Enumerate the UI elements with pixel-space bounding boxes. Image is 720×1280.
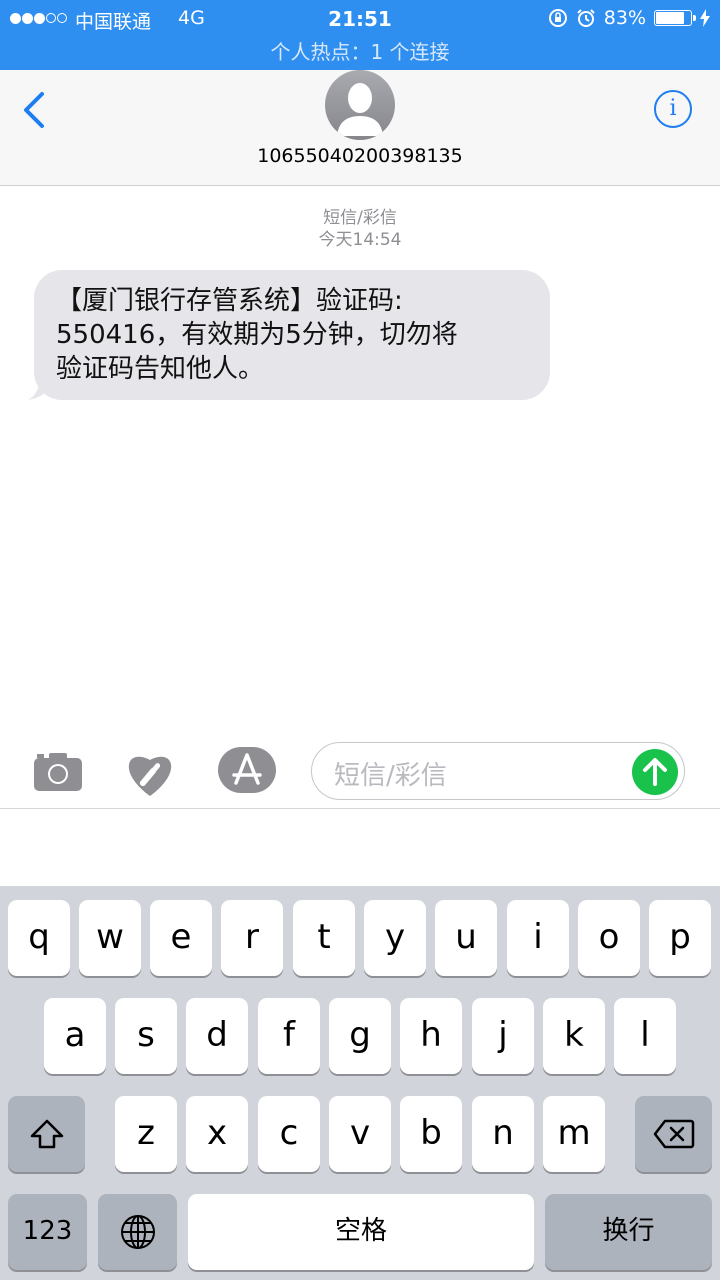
- shift-key[interactable]: [8, 1096, 85, 1172]
- globe-icon: [120, 1215, 155, 1249]
- app-store-glyph: [232, 753, 262, 785]
- key-c[interactable]: c: [258, 1096, 320, 1172]
- key-p[interactable]: p: [649, 900, 711, 976]
- key-w[interactable]: w: [79, 900, 141, 976]
- key-y[interactable]: y: [364, 900, 426, 976]
- globe-key[interactable]: [98, 1194, 177, 1270]
- key-j[interactable]: j: [472, 998, 534, 1074]
- keyboard: q w e r t y u i o p a s d f g h j k l z …: [0, 886, 720, 1280]
- message-timestamp: 今天14:54: [318, 230, 402, 250]
- key-v[interactable]: v: [329, 1096, 391, 1172]
- key-f[interactable]: f: [258, 998, 320, 1074]
- key-k[interactable]: k: [543, 998, 605, 1074]
- message-line: 550416，有效期为5分钟，切勿将: [56, 320, 458, 350]
- space-key[interactable]: 空格: [188, 1194, 534, 1270]
- rotation-lock-icon: [548, 9, 567, 27]
- chevron-left-icon[interactable]: [20, 90, 50, 130]
- person-icon: [337, 83, 383, 136]
- send-button[interactable]: [632, 749, 678, 795]
- key-u[interactable]: u: [435, 900, 497, 976]
- key-g[interactable]: g: [329, 998, 391, 1074]
- key-d[interactable]: d: [186, 998, 248, 1074]
- charging-icon: [700, 9, 710, 27]
- alarm-icon: [577, 9, 595, 27]
- camera-icon[interactable]: [33, 752, 83, 792]
- status-bar: 中国联通 4G 21:51 83% 个人热点：1 个连接: [0, 0, 720, 70]
- key-l[interactable]: l: [614, 998, 676, 1074]
- contact-avatar[interactable]: [325, 70, 395, 140]
- key-z[interactable]: z: [115, 1096, 177, 1172]
- key-m[interactable]: m: [543, 1096, 605, 1172]
- key-e[interactable]: e: [150, 900, 212, 976]
- message-input-placeholder: 短信/彩信: [334, 761, 447, 791]
- message-line: 验证码告知他人。: [56, 354, 265, 384]
- arrow-up-icon: [643, 758, 667, 786]
- contact-number[interactable]: 10655040200398135: [0, 145, 720, 167]
- compose-bar: 短信/彩信: [0, 740, 720, 810]
- message-bubble[interactable]: 【厦门银行存管系统】验证码: 550416，有效期为5分钟，切勿将 验证码告知他…: [34, 270, 550, 400]
- message-bubble-group: 【厦门银行存管系统】验证码: 550416，有效期为5分钟，切勿将 验证码告知他…: [20, 270, 550, 400]
- shift-icon: [30, 1119, 63, 1149]
- app-store-icon[interactable]: [218, 747, 276, 793]
- battery-percent: 83%: [603, 7, 646, 29]
- key-h[interactable]: h: [400, 998, 462, 1074]
- key-o[interactable]: o: [578, 900, 640, 976]
- message-input[interactable]: 短信/彩信: [311, 742, 685, 800]
- hotspot-banner[interactable]: 个人热点：1 个连接: [0, 36, 720, 65]
- delete-key[interactable]: [635, 1096, 712, 1172]
- numbers-key[interactable]: 123: [8, 1194, 87, 1270]
- key-b[interactable]: b: [400, 1096, 462, 1172]
- key-n[interactable]: n: [472, 1096, 534, 1172]
- key-x[interactable]: x: [186, 1096, 248, 1172]
- key-t[interactable]: t: [293, 900, 355, 976]
- info-icon[interactable]: i: [654, 90, 692, 128]
- conversation-header: 10655040200398135 i: [0, 70, 720, 186]
- divider: [0, 808, 720, 809]
- key-r[interactable]: r: [221, 900, 283, 976]
- key-q[interactable]: q: [8, 900, 70, 976]
- message-meta: 短信/彩信 今天14:54: [0, 207, 720, 251]
- key-a[interactable]: a: [44, 998, 106, 1074]
- message-type: 短信/彩信: [323, 208, 397, 228]
- backspace-icon: [653, 1119, 694, 1149]
- key-i[interactable]: i: [507, 900, 569, 976]
- key-s[interactable]: s: [115, 998, 177, 1074]
- battery-icon: [654, 10, 696, 26]
- digital-touch-icon[interactable]: [123, 748, 177, 798]
- return-key[interactable]: 换行: [545, 1194, 712, 1270]
- message-line: 【厦门银行存管系统】验证码:: [56, 286, 403, 316]
